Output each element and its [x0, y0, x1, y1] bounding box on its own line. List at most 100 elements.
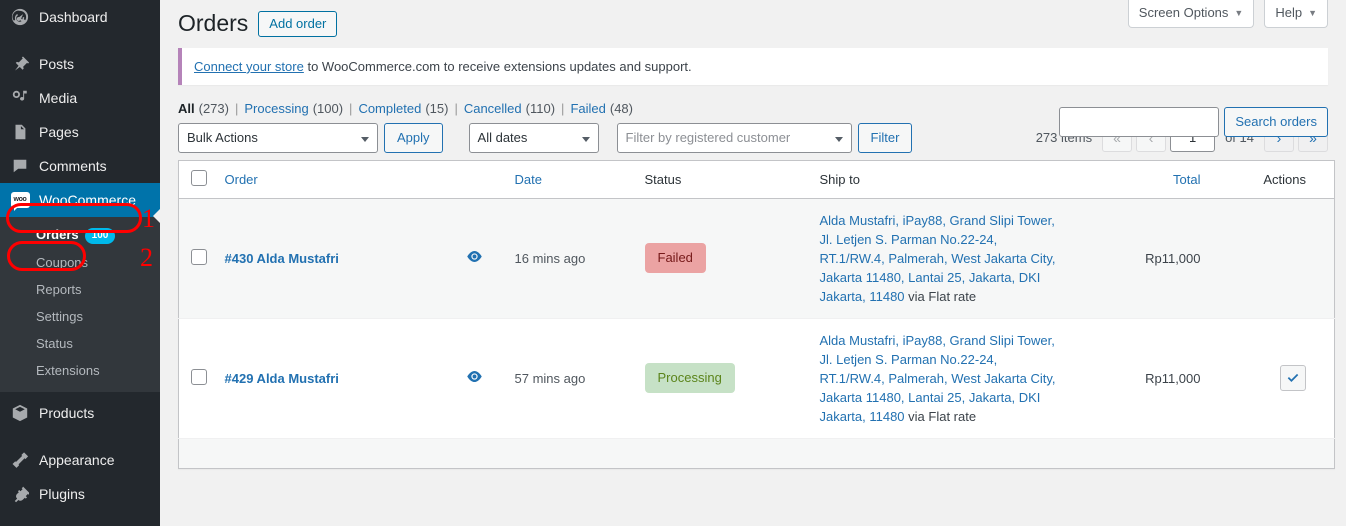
row-checkbox[interactable] [191, 248, 207, 265]
submenu-item-label: Status [36, 336, 73, 351]
status-filter-failed[interactable]: Failed (48) [570, 101, 633, 116]
row-shipto-cell [809, 437, 1075, 469]
row-shipto-cell: Alda Mustafri, iPay88, Grand Slipi Tower… [809, 197, 1075, 319]
search-input[interactable] [1059, 107, 1220, 137]
filter-button[interactable]: Filter [857, 122, 913, 153]
column-select-all[interactable] [178, 160, 215, 199]
table-row[interactable]: #429 Alda Mustafri 57 mins ago Processin… [178, 317, 1335, 439]
date-filter-select[interactable]: All dates [468, 122, 599, 153]
screen-meta-links: Screen Options ▼ Help ▼ [1127, 0, 1328, 28]
row-status-cell [634, 437, 810, 469]
main-content: Screen Options ▼ Help ▼ Orders Add order… [160, 0, 1346, 526]
status-filter-label[interactable]: Failed [570, 101, 605, 116]
preview-eye-icon[interactable] [466, 370, 483, 383]
row-checkbox-cell[interactable] [178, 197, 215, 319]
column-total[interactable]: Total [1074, 160, 1225, 199]
row-date-cell: 57 mins ago [504, 317, 635, 439]
submenu-item-extensions[interactable]: Extensions [0, 357, 160, 384]
status-filter-count: (15) [425, 100, 449, 116]
sidebar-item-plugins[interactable]: Plugins [0, 477, 160, 511]
sidebar-item-posts[interactable]: Posts [0, 47, 160, 81]
customer-filter-select[interactable]: Filter by registered customer [616, 122, 852, 153]
submenu-item-status[interactable]: Status [0, 330, 160, 357]
chevron-down-icon: ▼ [1308, 8, 1317, 18]
status-badge: Failed [644, 243, 706, 274]
current-menu-arrow [153, 207, 162, 225]
customer-filter-value: Filter by registered customer [625, 129, 791, 145]
row-checkbox-cell[interactable] [178, 317, 215, 439]
preview-eye-icon[interactable] [466, 250, 483, 263]
date-filter-value: All dates [477, 129, 528, 145]
order-link[interactable]: #429 Alda Mustafri [225, 371, 339, 386]
row-preview-cell[interactable] [444, 197, 505, 319]
connect-store-notice: Connect your store to WooCommerce.com to… [178, 47, 1328, 85]
pin-icon [10, 54, 30, 74]
row-order-cell: #429 Alda Mustafri [214, 317, 445, 439]
connect-store-link[interactable]: Connect your store [194, 59, 304, 74]
column-actions: Actions [1224, 160, 1335, 199]
status-filter-label[interactable]: Processing [244, 101, 308, 116]
sidebar-item-media[interactable]: Media [0, 81, 160, 115]
status-filter-processing[interactable]: Processing (100) | [244, 101, 358, 116]
separator: | [454, 100, 458, 116]
column-order[interactable]: Order [214, 160, 445, 199]
row-actions-cell [1224, 437, 1335, 469]
sidebar-item-comments[interactable]: Comments [0, 149, 160, 183]
orders-count-badge: 100 [84, 228, 116, 244]
appearance-icon [10, 450, 30, 470]
status-filter-cancelled[interactable]: Cancelled (110) | [464, 101, 571, 116]
pages-icon [10, 122, 30, 142]
orders-table-body: #430 Alda Mustafri 16 mins ago Failed Al… [178, 197, 1335, 469]
column-date-label[interactable]: Date [515, 172, 542, 187]
submenu-item-reports[interactable]: Reports [0, 276, 160, 303]
add-order-button[interactable]: Add order [258, 10, 338, 37]
plugins-icon [10, 484, 30, 504]
status-filter-label[interactable]: Completed [358, 101, 421, 116]
select-all-checkbox[interactable] [191, 169, 207, 186]
bulk-actions-select[interactable]: Bulk Actions [178, 122, 378, 153]
order-link[interactable]: #430 Alda Mustafri [225, 251, 339, 266]
search-orders-button[interactable]: Search orders [1224, 107, 1328, 137]
admin-sidebar: Dashboard Posts Media Pages Comments woo… [0, 0, 160, 526]
separator: | [349, 100, 353, 116]
sidebar-item-dashboard[interactable]: Dashboard [0, 0, 160, 34]
column-status: Status [634, 160, 810, 199]
complete-order-button[interactable] [1280, 365, 1306, 392]
apply-button[interactable]: Apply [384, 122, 443, 153]
row-status-cell: Processing [634, 317, 810, 439]
help-button[interactable]: Help ▼ [1264, 0, 1328, 28]
table-row[interactable]: #430 Alda Mustafri 16 mins ago Failed Al… [178, 197, 1335, 319]
column-order-label[interactable]: Order [225, 172, 258, 187]
sidebar-divider-2 [0, 430, 160, 443]
row-preview-cell[interactable] [444, 317, 505, 439]
status-filter-label[interactable]: All [178, 101, 195, 116]
submenu-item-orders[interactable]: Orders 100 [0, 221, 160, 249]
row-total-cell: Rp11,000 [1074, 317, 1225, 439]
screen-options-label: Screen Options [1138, 5, 1229, 20]
row-status-cell: Failed [634, 197, 810, 319]
status-filter-completed[interactable]: Completed (15) | [358, 101, 463, 116]
column-date[interactable]: Date [504, 160, 635, 199]
column-total-label[interactable]: Total [1173, 172, 1200, 187]
column-ship-to-label: Ship to [819, 171, 860, 187]
sidebar-item-products[interactable]: Products [0, 396, 160, 430]
row-checkbox-cell[interactable] [178, 437, 215, 469]
status-badge: Processing [644, 363, 735, 394]
sidebar-item-pages[interactable]: Pages [0, 115, 160, 149]
submenu-item-settings[interactable]: Settings [0, 303, 160, 330]
screen-options-button[interactable]: Screen Options ▼ [1127, 0, 1255, 28]
bulk-action-group: Bulk Actions Apply All dates Filter by r… [178, 122, 913, 153]
status-filter-label[interactable]: Cancelled [464, 101, 522, 116]
status-filter-all[interactable]: All (273) | [178, 101, 244, 116]
sidebar-item-label: Products [39, 405, 95, 421]
row-checkbox[interactable] [191, 368, 207, 385]
column-ship-to: Ship to [809, 160, 1075, 199]
submenu-item-coupons[interactable]: Coupons [0, 249, 160, 276]
sidebar-item-appearance[interactable]: Appearance [0, 443, 160, 477]
table-header-row: Order Date Status Ship to Total Actions [178, 160, 1335, 199]
table-row[interactable] [178, 437, 1335, 469]
row-shipto-cell: Alda Mustafri, iPay88, Grand Slipi Tower… [809, 317, 1075, 439]
sidebar-item-woocommerce[interactable]: woo WooCommerce [0, 183, 160, 217]
submenu-item-label: Settings [36, 309, 83, 324]
help-label: Help [1275, 5, 1303, 20]
